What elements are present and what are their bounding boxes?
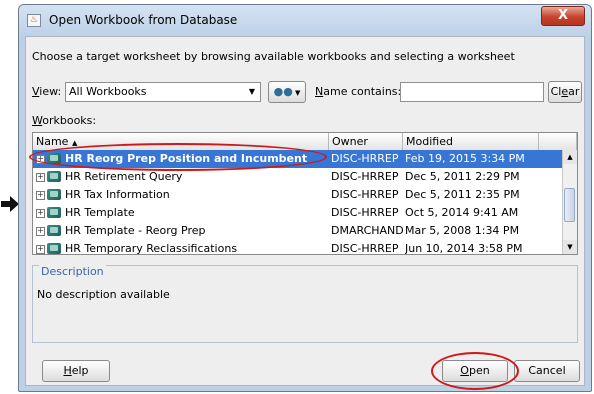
- name-contains-input[interactable]: [400, 82, 544, 102]
- highlight-oval-open: [431, 352, 519, 390]
- dialog-body: Choose a target worksheet by browsing av…: [25, 36, 585, 390]
- row-modified: Jun 10, 2014 3:58 PM: [405, 242, 523, 255]
- expand-icon[interactable]: +: [36, 173, 45, 182]
- highlight-oval-row: [29, 143, 327, 171]
- help-button[interactable]: Help: [42, 360, 110, 382]
- row-name: HR Template - Reorg Prep: [65, 224, 206, 237]
- view-select-value: All Workbooks: [69, 85, 147, 98]
- row-owner: DISC-HRREP: [331, 188, 399, 201]
- table-row[interactable]: + HR Retirement Query DISC-HRREP Dec 5, …: [33, 168, 563, 186]
- expand-icon[interactable]: +: [36, 209, 45, 218]
- row-owner: DISC-HRREP: [331, 242, 399, 255]
- row-modified: Dec 5, 2011 2:29 PM: [405, 170, 520, 183]
- chevron-down-icon: ▼: [248, 87, 256, 96]
- window-title: Open Workbook from Database: [49, 13, 238, 27]
- workbook-type-dropdown[interactable]: ●● ▼: [268, 81, 306, 103]
- workbook-icon: [47, 171, 61, 182]
- workbook-icon: [47, 207, 61, 218]
- row-name: HR Template: [65, 206, 135, 219]
- row-modified: Feb 19, 2015 3:34 PM: [405, 152, 525, 165]
- row-owner: DISC-HRREP: [331, 170, 399, 183]
- name-contains-label: Name contains:: [315, 85, 402, 98]
- pointer-arrow-icon: [1, 196, 19, 212]
- expand-icon[interactable]: +: [36, 245, 45, 254]
- description-title: Description: [39, 265, 106, 278]
- scroll-down-icon[interactable]: ▼: [563, 240, 577, 254]
- row-owner: DISC-HRREP: [331, 152, 399, 165]
- java-cup-icon: ♨: [27, 14, 41, 27]
- scroll-up-icon[interactable]: ▲: [563, 150, 577, 164]
- column-header-owner[interactable]: Owner: [329, 133, 403, 150]
- workbook-icon: [47, 243, 61, 254]
- row-modified: Dec 5, 2011 2:35 PM: [405, 188, 520, 201]
- workbooks-label: Workbooks:: [32, 114, 97, 127]
- table-row[interactable]: + HR Template DISC-HRREP Oct 5, 2014 9:4…: [33, 204, 563, 222]
- table-row[interactable]: + HR Temporary Reclassifications DISC-HR…: [33, 240, 563, 255]
- dialog-window: ♨ Open Workbook from Database X Choose a…: [18, 4, 592, 392]
- row-name: HR Temporary Reclassifications: [65, 242, 238, 255]
- description-text: No description available: [37, 288, 170, 301]
- row-modified: Mar 5, 2008 1:34 PM: [405, 224, 520, 237]
- view-select[interactable]: All Workbooks ▼: [65, 82, 261, 102]
- cancel-button[interactable]: Cancel: [514, 360, 580, 382]
- title-bar[interactable]: ♨ Open Workbook from Database X: [19, 5, 591, 36]
- expand-icon[interactable]: +: [36, 227, 45, 236]
- row-modified: Oct 5, 2014 9:41 AM: [405, 206, 519, 219]
- chevron-down-icon: ▼: [292, 89, 301, 97]
- workbook-icon: [47, 189, 61, 200]
- column-header-modified[interactable]: Modified: [403, 133, 539, 150]
- row-owner: DISC-HRREP: [331, 206, 399, 219]
- workbook-icon: [47, 225, 61, 236]
- table-row[interactable]: + HR Template - Reorg Prep DMARCHAND Mar…: [33, 222, 563, 240]
- close-button[interactable]: X: [541, 6, 585, 26]
- clear-button[interactable]: Clear: [548, 81, 582, 103]
- scrollbar-thumb[interactable]: [564, 188, 575, 222]
- table-row[interactable]: + HR Tax Information DISC-HRREP Dec 5, 2…: [33, 186, 563, 204]
- column-header-filler: [539, 133, 577, 150]
- row-name: HR Tax Information: [65, 188, 170, 201]
- view-label: View:: [32, 85, 62, 98]
- vertical-scrollbar[interactable]: ▲ ▼: [562, 150, 577, 254]
- expand-icon[interactable]: +: [36, 191, 45, 200]
- row-owner: DMARCHAND: [331, 224, 403, 237]
- people-icon: ●●: [273, 85, 293, 98]
- instruction-text: Choose a target worksheet by browsing av…: [32, 50, 515, 63]
- description-group: Description No description available: [32, 265, 578, 343]
